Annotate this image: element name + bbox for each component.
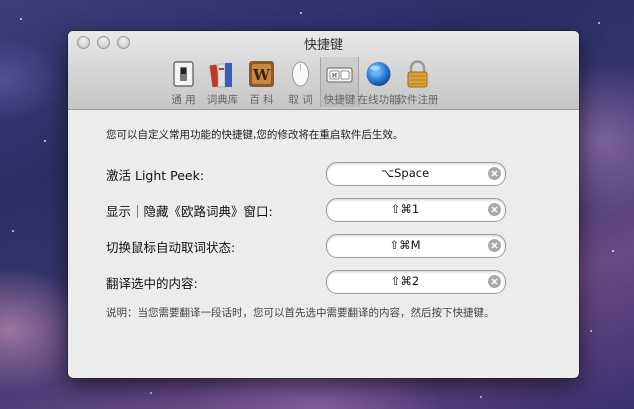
clear-icon[interactable] xyxy=(488,275,501,288)
star xyxy=(44,140,46,142)
shortcut-field-activate[interactable]: ⌥Space xyxy=(326,162,506,186)
toolbar-label: 软件注册 xyxy=(396,94,439,106)
shortcut-value: ⌥Space xyxy=(380,166,430,180)
svg-text:⌘: ⌘ xyxy=(332,73,338,80)
shortcut-value: ⇧⌘1 xyxy=(390,202,420,216)
window-title: 快捷键 xyxy=(303,38,343,53)
star xyxy=(598,22,600,24)
shortcut-field-translate-selection[interactable]: ⇧⌘2 xyxy=(326,270,506,294)
shortcut-label-translate-selection: 翻译选中的内容: xyxy=(106,276,198,291)
star xyxy=(300,12,302,14)
globe-icon xyxy=(366,62,391,86)
preferences-window: 快捷键 通 用 词典库 W 百 科 取 词 ⌘ 快捷键 在线功能 软件注册 您可… xyxy=(68,31,579,378)
preferences-toolbar: 通 用 词典库 W 百 科 取 词 ⌘ 快捷键 在线功能 软件注册 xyxy=(164,57,439,107)
shortcut-label-activate: 激活 Light Peek: xyxy=(106,168,205,183)
star xyxy=(12,230,14,232)
wikipedia-icon: W xyxy=(249,61,274,87)
star xyxy=(590,330,592,332)
titlebar: 快捷键 通 用 词典库 W 百 科 取 词 ⌘ 快捷键 在线功能 软件注册 xyxy=(68,31,579,110)
shortcut-value: ⇧⌘M xyxy=(389,238,421,252)
dictionary-books-icon xyxy=(209,63,232,88)
star xyxy=(20,18,22,20)
padlock-icon xyxy=(407,60,428,88)
general-switch-icon xyxy=(173,61,194,87)
shortcut-field-toggle-window[interactable]: ⇧⌘1 xyxy=(326,198,506,222)
svg-text:W: W xyxy=(252,66,271,84)
shortcuts-pane: 您可以自定义常用功能的快捷键,您的修改将在重启软件后生效。 激活 Light P… xyxy=(68,110,579,378)
toolbar-item-register[interactable]: 软件注册 xyxy=(397,57,439,107)
note-text: 说明：当您需要翻译一段话时，您可以首先选中需要翻译的内容，然后按下快捷键。 xyxy=(106,307,495,319)
clear-icon[interactable] xyxy=(488,203,501,216)
keyboard-icon: ⌘ xyxy=(326,67,353,83)
intro-text: 您可以自定义常用功能的快捷键,您的修改将在重启软件后生效。 xyxy=(106,129,404,141)
shortcut-label-toggle-window: 显示｜隐藏《欧路词典》窗口: xyxy=(106,204,273,219)
shortcut-value: ⇧⌘2 xyxy=(390,274,420,288)
clear-icon[interactable] xyxy=(488,239,501,252)
clear-icon[interactable] xyxy=(488,167,501,180)
shortcut-label-auto-capture: 切换鼠标自动取词状态: xyxy=(106,240,236,255)
shortcut-field-auto-capture[interactable]: ⇧⌘M xyxy=(326,234,506,258)
star xyxy=(480,396,482,398)
star xyxy=(150,392,152,394)
mouse-icon xyxy=(292,61,309,87)
star xyxy=(612,250,614,252)
